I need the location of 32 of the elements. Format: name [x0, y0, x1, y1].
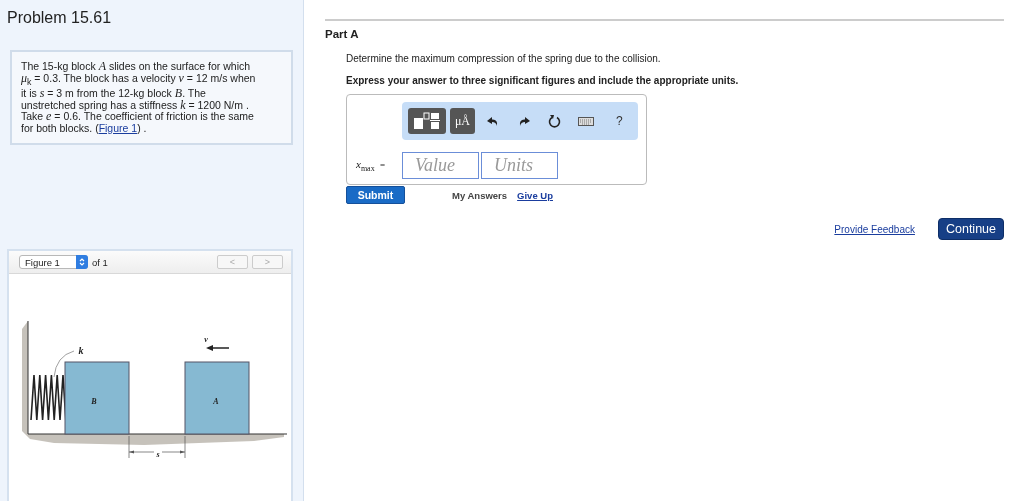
undo-icon[interactable]	[487, 115, 499, 127]
templates-button[interactable]	[408, 108, 446, 134]
stepper-icon[interactable]	[76, 255, 88, 270]
figure-count: of 1	[92, 256, 108, 268]
continue-button[interactable]: Continue	[937, 218, 1004, 240]
instruction-text: Express your answer to three significant figures and include the appropriate units.	[346, 75, 740, 86]
figure-label: A	[213, 397, 219, 407]
figure-label: k	[78, 345, 84, 357]
help-button[interactable]: ?	[616, 114, 623, 128]
units-field[interactable]: Units	[481, 152, 558, 179]
keyboard-icon[interactable]	[578, 116, 594, 126]
give-up-link[interactable]: Give Up	[517, 189, 553, 201]
leader-line	[53, 350, 75, 378]
feedback-link[interactable]: Provide Feedback	[834, 223, 915, 235]
velocity-arrow	[206, 345, 230, 352]
figure-label: B	[91, 397, 97, 407]
reset-icon[interactable]	[548, 114, 561, 128]
figure-label: s	[156, 450, 160, 460]
figure-label: v	[204, 335, 208, 345]
answer-label: x$_{max}$ =	[356, 157, 386, 174]
figure-select[interactable]: Figure 1	[19, 255, 88, 270]
value-field[interactable]: Value	[402, 152, 479, 179]
question-text: Determine the maximum compression of the spring due to the collision.	[346, 53, 662, 64]
part-title: Part A	[325, 28, 360, 40]
spring-drawing	[30, 374, 67, 421]
units-button[interactable]: μÅ	[450, 108, 475, 134]
problem-title: Problem 15.61	[7, 9, 113, 27]
submit-button[interactable]: Submit	[346, 186, 405, 204]
my-answers-label: My Answers	[452, 189, 508, 201]
problem-statement: The 15-kg block A slides on the surface for which μ$_{k}$ = 0.3. The block has a velocity v = 12 m/s when it is s = 3 m from the 12-kg block B. The unstretched spring has a stiffness k = 1200 N/m . Take e = 0.6. The coefficient of friction is the same for both blocks. (Figure 1) .	[10, 50, 293, 146]
redo-icon[interactable]	[518, 115, 530, 127]
dimension-line	[128, 435, 186, 459]
